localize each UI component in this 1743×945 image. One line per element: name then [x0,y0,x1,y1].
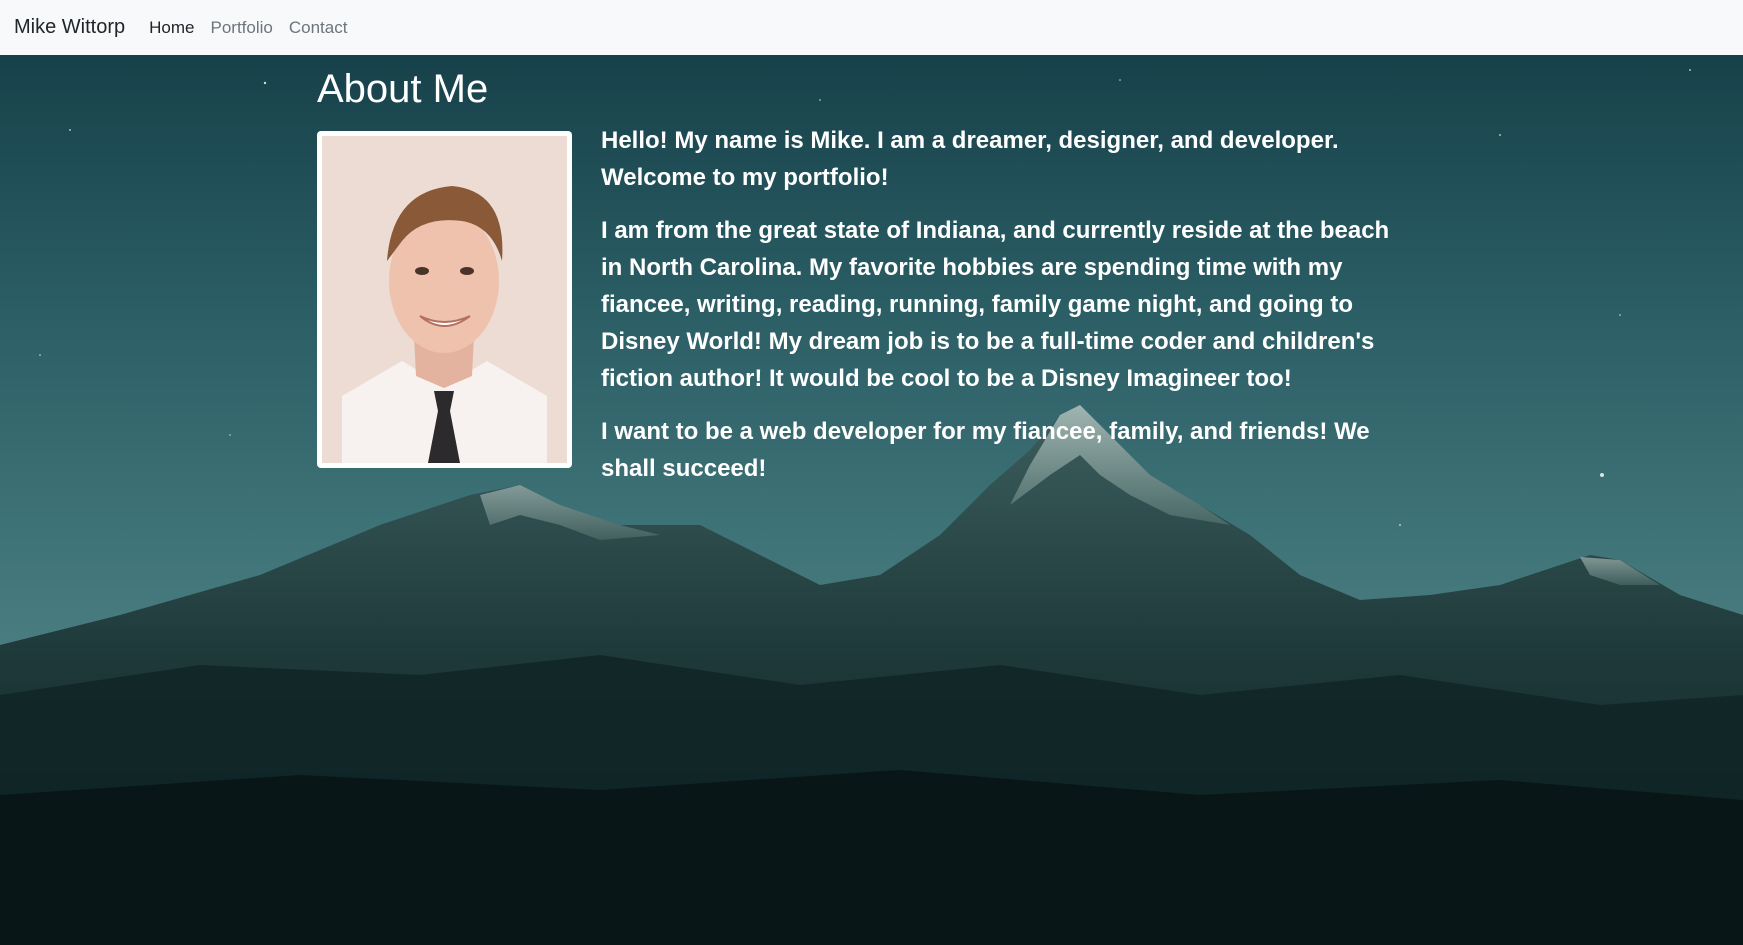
portrait-illustration [322,136,567,463]
about-bio: Hello! My name is Mike. I am a dreamer, … [601,122,1411,503]
bio-paragraph-goal: I want to be a web developer for my fian… [601,418,1370,482]
bio-paragraph-background: I am from the great state of Indiana, an… [601,217,1390,392]
page-title: About Me [317,67,489,111]
nav-portfolio-link[interactable]: Portfolio [210,18,272,38]
profile-photo [322,136,567,463]
navbar: Mike Wittorp Home Portfolio Contact [0,0,1743,55]
bio-paragraph-intro: Hello! My name is Mike. I am a dreamer, … [601,127,1339,191]
nav-home-link[interactable]: Home [149,18,194,38]
profile-photo-frame [317,131,572,468]
nav-contact-link[interactable]: Contact [289,18,348,38]
brand-link[interactable]: Mike Wittorp [14,16,125,39]
